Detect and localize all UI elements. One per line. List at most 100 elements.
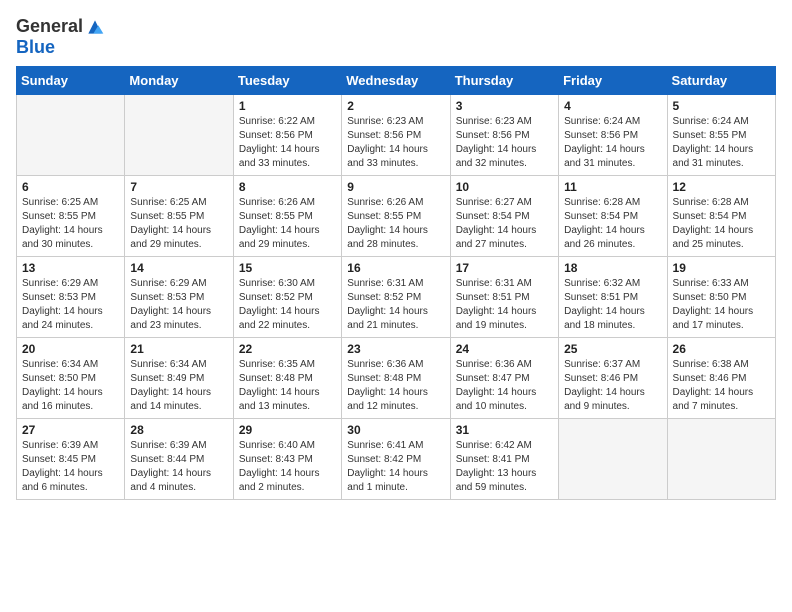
day-cell: 8Sunrise: 6:26 AMSunset: 8:55 PMDaylight… — [233, 176, 341, 257]
day-number: 27 — [22, 423, 119, 437]
day-detail: Sunrise: 6:29 AMSunset: 8:53 PMDaylight:… — [130, 277, 227, 333]
day-cell: 4Sunrise: 6:24 AMSunset: 8:56 PMDaylight… — [559, 95, 667, 176]
day-cell: 23Sunrise: 6:36 AMSunset: 8:48 PMDayligh… — [342, 338, 450, 419]
day-cell: 11Sunrise: 6:28 AMSunset: 8:54 PMDayligh… — [559, 176, 667, 257]
day-number: 23 — [347, 342, 444, 356]
day-number: 6 — [22, 180, 119, 194]
day-detail: Sunrise: 6:35 AMSunset: 8:48 PMDaylight:… — [239, 358, 336, 414]
day-cell: 18 Sunrise: 6:32 AMSunset: 8:51 PMDayligh… — [559, 257, 667, 338]
day-detail: Sunrise: 6:25 AMSunset: 8:55 PMDaylight:… — [130, 196, 227, 252]
day-number: 9 — [347, 180, 444, 194]
day-number: 21 — [130, 342, 227, 356]
weekday-header-sunday: Sunday — [17, 67, 125, 95]
day-detail: Sunrise: 6:42 AMSunset: 8:41 PMDaylight:… — [456, 439, 553, 495]
day-detail: Sunrise: 6:26 AMSunset: 8:55 PMDaylight:… — [347, 196, 444, 252]
logo-general: General — [16, 16, 83, 37]
day-cell: 24 Sunrise: 6:36 AMSunset: 8:47 PMDayligh… — [450, 338, 558, 419]
day-cell: 13 Sunrise: 6:29 AMSunset: 8:53 PMDayligh… — [17, 257, 125, 338]
day-cell: 1 Sunrise: 6:22 AMSunset: 8:56 PMDaylight… — [233, 95, 341, 176]
day-detail: Sunrise: 6:32 AMSunset: 8:51 PMDaylight:… — [564, 277, 661, 333]
day-number: 19 — [673, 261, 770, 275]
day-cell: 16 Sunrise: 6:31 AMSunset: 8:52 PMDayligh… — [342, 257, 450, 338]
day-detail: Sunrise: 6:29 AMSunset: 8:53 PMDaylight:… — [22, 277, 119, 333]
day-number: 12 — [673, 180, 770, 194]
day-detail: Sunrise: 6:41 AMSunset: 8:42 PMDaylight:… — [347, 439, 444, 495]
day-detail: Sunrise: 6:25 AMSunset: 8:55 PMDaylight:… — [22, 196, 119, 252]
day-cell: 6 Sunrise: 6:25 AMSunset: 8:55 PMDaylight… — [17, 176, 125, 257]
day-number: 7 — [130, 180, 227, 194]
day-detail: Sunrise: 6:37 AMSunset: 8:46 PMDaylight:… — [564, 358, 661, 414]
day-number: 13 — [22, 261, 119, 275]
day-number: 2 — [347, 99, 444, 113]
day-number: 20 — [22, 342, 119, 356]
day-number: 5 — [673, 99, 770, 113]
day-cell: 3Sunrise: 6:23 AMSunset: 8:56 PMDaylight… — [450, 95, 558, 176]
day-number: 31 — [456, 423, 553, 437]
day-number: 15 — [239, 261, 336, 275]
weekday-header-thursday: Thursday — [450, 67, 558, 95]
day-number: 22 — [239, 342, 336, 356]
week-row-1: 1 Sunrise: 6:22 AMSunset: 8:56 PMDaylight… — [17, 95, 776, 176]
day-detail: Sunrise: 6:24 AMSunset: 8:56 PMDaylight:… — [564, 115, 661, 171]
day-cell: 20Sunrise: 6:34 AMSunset: 8:50 PMDayligh… — [17, 338, 125, 419]
week-row-5: 27 Sunrise: 6:39 AMSunset: 8:45 PMDayligh… — [17, 419, 776, 500]
weekday-header-friday: Friday — [559, 67, 667, 95]
day-cell — [17, 95, 125, 176]
day-detail: Sunrise: 6:28 AMSunset: 8:54 PMDaylight:… — [564, 196, 661, 252]
day-number: 8 — [239, 180, 336, 194]
day-number: 26 — [673, 342, 770, 356]
day-cell: 22 Sunrise: 6:35 AMSunset: 8:48 PMDayligh… — [233, 338, 341, 419]
day-cell: 25 Sunrise: 6:37 AMSunset: 8:46 PMDayligh… — [559, 338, 667, 419]
day-cell: 28Sunrise: 6:39 AMSunset: 8:44 PMDayligh… — [125, 419, 233, 500]
header: General Blue — [16, 16, 776, 58]
day-cell: 17Sunrise: 6:31 AMSunset: 8:51 PMDayligh… — [450, 257, 558, 338]
week-row-2: 6 Sunrise: 6:25 AMSunset: 8:55 PMDaylight… — [17, 176, 776, 257]
day-cell: 15 Sunrise: 6:30 AMSunset: 8:52 PMDayligh… — [233, 257, 341, 338]
day-cell — [667, 419, 775, 500]
day-detail: Sunrise: 6:38 AMSunset: 8:46 PMDaylight:… — [673, 358, 770, 414]
day-cell: 9 Sunrise: 6:26 AMSunset: 8:55 PMDaylight… — [342, 176, 450, 257]
day-cell: 27 Sunrise: 6:39 AMSunset: 8:45 PMDayligh… — [17, 419, 125, 500]
calendar: SundayMondayTuesdayWednesdayThursdayFrid… — [16, 66, 776, 500]
day-cell: 30 Sunrise: 6:41 AMSunset: 8:42 PMDayligh… — [342, 419, 450, 500]
day-number: 28 — [130, 423, 227, 437]
weekday-header-tuesday: Tuesday — [233, 67, 341, 95]
day-cell: 14Sunrise: 6:29 AMSunset: 8:53 PMDayligh… — [125, 257, 233, 338]
logo-blue: Blue — [16, 37, 55, 58]
weekday-header-row: SundayMondayTuesdayWednesdayThursdayFrid… — [17, 67, 776, 95]
day-cell: 29 Sunrise: 6:40 AMSunset: 8:43 PMDayligh… — [233, 419, 341, 500]
day-cell: 7 Sunrise: 6:25 AMSunset: 8:55 PMDaylight… — [125, 176, 233, 257]
day-detail: Sunrise: 6:23 AMSunset: 8:56 PMDaylight:… — [456, 115, 553, 171]
day-number: 30 — [347, 423, 444, 437]
week-row-4: 20Sunrise: 6:34 AMSunset: 8:50 PMDayligh… — [17, 338, 776, 419]
day-detail: Sunrise: 6:31 AMSunset: 8:51 PMDaylight:… — [456, 277, 553, 333]
day-cell — [559, 419, 667, 500]
day-detail: Sunrise: 6:40 AMSunset: 8:43 PMDaylight:… — [239, 439, 336, 495]
day-detail: Sunrise: 6:30 AMSunset: 8:52 PMDaylight:… — [239, 277, 336, 333]
day-cell: 26 Sunrise: 6:38 AMSunset: 8:46 PMDayligh… — [667, 338, 775, 419]
week-row-3: 13 Sunrise: 6:29 AMSunset: 8:53 PMDayligh… — [17, 257, 776, 338]
day-cell: 5 Sunrise: 6:24 AMSunset: 8:55 PMDaylight… — [667, 95, 775, 176]
day-detail: Sunrise: 6:34 AMSunset: 8:49 PMDaylight:… — [130, 358, 227, 414]
day-number: 16 — [347, 261, 444, 275]
day-detail: Sunrise: 6:33 AMSunset: 8:50 PMDaylight:… — [673, 277, 770, 333]
day-number: 25 — [564, 342, 661, 356]
day-number: 18 — [564, 261, 661, 275]
day-number: 29 — [239, 423, 336, 437]
weekday-header-saturday: Saturday — [667, 67, 775, 95]
day-number: 10 — [456, 180, 553, 194]
day-detail: Sunrise: 6:27 AMSunset: 8:54 PMDaylight:… — [456, 196, 553, 252]
day-detail: Sunrise: 6:22 AMSunset: 8:56 PMDaylight:… — [239, 115, 336, 171]
weekday-header-wednesday: Wednesday — [342, 67, 450, 95]
logo: General Blue — [16, 16, 105, 58]
day-cell: 21 Sunrise: 6:34 AMSunset: 8:49 PMDayligh… — [125, 338, 233, 419]
day-detail: Sunrise: 6:39 AMSunset: 8:45 PMDaylight:… — [22, 439, 119, 495]
day-detail: Sunrise: 6:24 AMSunset: 8:55 PMDaylight:… — [673, 115, 770, 171]
day-detail: Sunrise: 6:36 AMSunset: 8:47 PMDaylight:… — [456, 358, 553, 414]
day-detail: Sunrise: 6:31 AMSunset: 8:52 PMDaylight:… — [347, 277, 444, 333]
day-number: 24 — [456, 342, 553, 356]
day-cell: 10 Sunrise: 6:27 AMSunset: 8:54 PMDayligh… — [450, 176, 558, 257]
day-cell: 2Sunrise: 6:23 AMSunset: 8:56 PMDaylight… — [342, 95, 450, 176]
day-detail: Sunrise: 6:28 AMSunset: 8:54 PMDaylight:… — [673, 196, 770, 252]
day-number: 1 — [239, 99, 336, 113]
